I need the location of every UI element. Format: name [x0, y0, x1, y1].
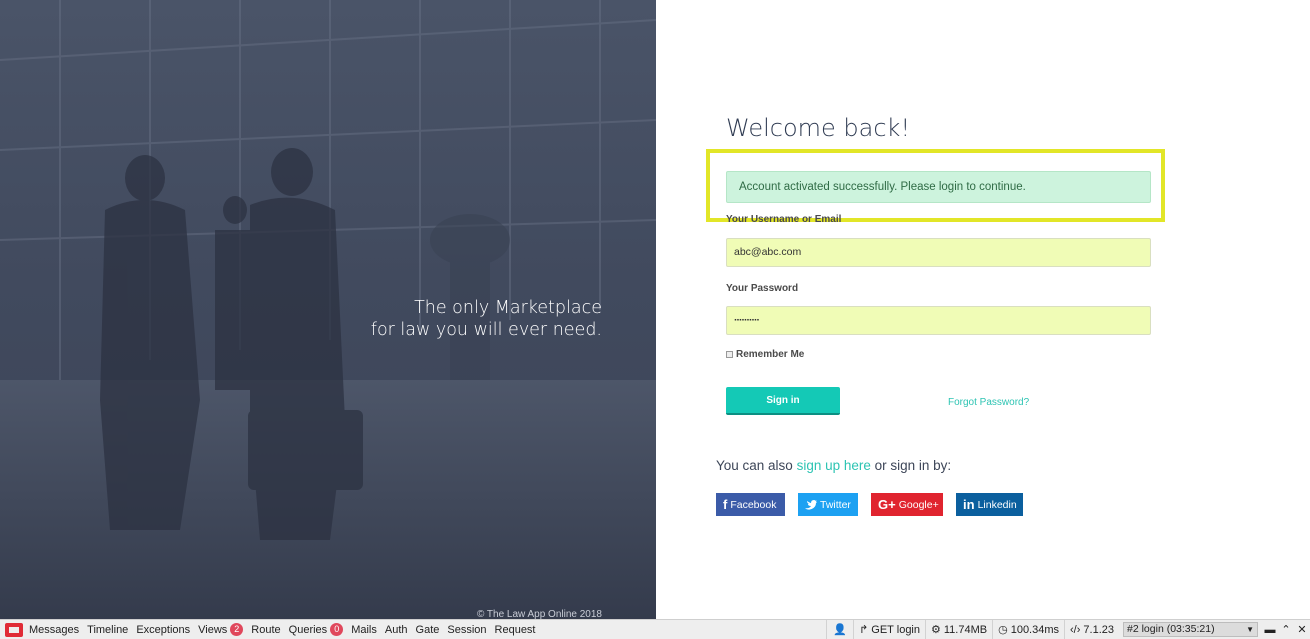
request-history-select[interactable]: #2 login (03:35:21) — [1123, 622, 1258, 637]
remember-label: Remember Me — [736, 349, 805, 360]
debug-tab-label: Messages — [29, 623, 80, 636]
google-plus-icon: G+ — [878, 497, 896, 512]
memory-label: 11.74MB — [943, 623, 988, 636]
debug-tab-request[interactable]: Request — [495, 624, 536, 636]
hero-tagline: The only Marketplace for law you will ev… — [371, 297, 602, 341]
twitter-icon — [805, 499, 817, 510]
user-icon: 👤 — [833, 624, 847, 636]
debug-bar-right: 👤 ↱ GET login ⚙ 11.74MB ◷ 100.34ms ‹/› 7.1.2… — [826, 620, 1310, 639]
folder-open-icon[interactable]: ▬ — [1262, 624, 1278, 636]
twitter-label: Twitter — [820, 498, 851, 511]
alert-highlight-box — [706, 149, 1165, 222]
debug-tab-label: Views — [198, 623, 228, 636]
debug-tab-session[interactable]: Session — [447, 624, 486, 636]
debug-php-version: ‹/› 7.1.23 — [1064, 620, 1119, 639]
signup-prompt-prefix: You can also — [716, 458, 797, 473]
debug-tab-exceptions[interactable]: Exceptions — [136, 624, 190, 636]
debug-user[interactable]: 👤 — [826, 620, 853, 639]
debug-tab-views[interactable]: Views 2 — [198, 623, 244, 636]
page: The only Marketplace for law you will ev… — [0, 0, 1310, 639]
debug-tab-auth[interactable]: Auth — [385, 624, 408, 636]
debug-tab-label: Exceptions — [136, 623, 191, 636]
debug-tab-label: Request — [494, 623, 536, 636]
sign-in-button[interactable]: Sign in — [726, 387, 840, 415]
debug-tab-label: Route — [251, 623, 281, 636]
request-method-label: GET login — [871, 623, 920, 636]
code-icon: ‹/› — [1070, 623, 1081, 636]
debugbar-logo-icon[interactable] — [5, 622, 23, 637]
php-version-label: 7.1.23 — [1083, 623, 1114, 636]
signup-prompt: You can also sign up here or sign in by: — [716, 458, 951, 473]
queries-count-badge: 0 — [330, 623, 344, 636]
remember-me[interactable]: Remember Me — [726, 349, 804, 360]
twitter-button[interactable]: Twitter — [798, 493, 858, 516]
close-icon[interactable]: ✕ — [1294, 623, 1310, 636]
share-icon: ↱ — [859, 624, 869, 636]
debug-tab-label: Queries — [288, 623, 328, 636]
hero-tagline-line2: for law you will ever need. — [370, 320, 602, 340]
debug-tab-queries[interactable]: Queries 0 — [289, 623, 344, 636]
debug-tab-route[interactable]: Route — [251, 624, 280, 636]
forgot-password-link[interactable]: Forgot Password? — [948, 397, 1029, 408]
remember-checkbox[interactable] — [726, 351, 733, 358]
time-label: 100.34ms — [1010, 623, 1060, 636]
password-label: Your Password — [726, 283, 799, 294]
facebook-button[interactable]: f Facebook — [716, 493, 785, 516]
debug-tab-label: Gate — [415, 623, 440, 636]
debug-bar: Messages Timeline Exceptions Views 2 Rout… — [0, 619, 1310, 639]
debug-time[interactable]: ◷ 100.34ms — [992, 620, 1064, 639]
username-input[interactable]: abc@abc.com — [726, 238, 1151, 267]
linkedin-label: Linkedin — [977, 498, 1017, 511]
debug-tab-label: Session — [447, 623, 487, 636]
minimize-icon[interactable]: ⌃ — [1278, 623, 1294, 636]
debug-tab-messages[interactable]: Messages — [29, 624, 79, 636]
cogs-icon: ⚙ — [931, 624, 941, 636]
clock-icon: ◷ — [998, 624, 1008, 636]
debug-tab-label: Mails — [351, 623, 377, 636]
signup-link[interactable]: sign up here — [797, 458, 871, 473]
password-input[interactable]: ·········· — [726, 306, 1151, 335]
debug-tab-label: Auth — [384, 623, 408, 636]
debug-tab-label: Timeline — [87, 623, 129, 636]
linkedin-button[interactable]: in Linkedin — [956, 493, 1023, 516]
debug-tab-gate[interactable]: Gate — [416, 624, 440, 636]
debug-request-method[interactable]: ↱ GET login — [853, 620, 925, 639]
debug-tab-timeline[interactable]: Timeline — [87, 624, 128, 636]
views-count-badge: 2 — [230, 623, 244, 636]
debug-memory[interactable]: ⚙ 11.74MB — [925, 620, 992, 639]
hero-panel: The only Marketplace for law you will ev… — [0, 0, 656, 620]
google-plus-label: Google+ — [898, 498, 939, 511]
username-label: Your Username or Email — [726, 214, 842, 223]
facebook-icon: f — [723, 497, 728, 512]
debug-tab-mails[interactable]: Mails — [351, 624, 377, 636]
signup-prompt-suffix: or sign in by: — [870, 458, 952, 473]
google-plus-button[interactable]: G+ Google+ — [871, 493, 943, 516]
page-title: Welcome back! — [726, 114, 911, 142]
linkedin-icon: in — [963, 497, 975, 512]
hero-tagline-line1: The only Marketplace — [414, 298, 602, 318]
facebook-label: Facebook — [730, 498, 777, 511]
